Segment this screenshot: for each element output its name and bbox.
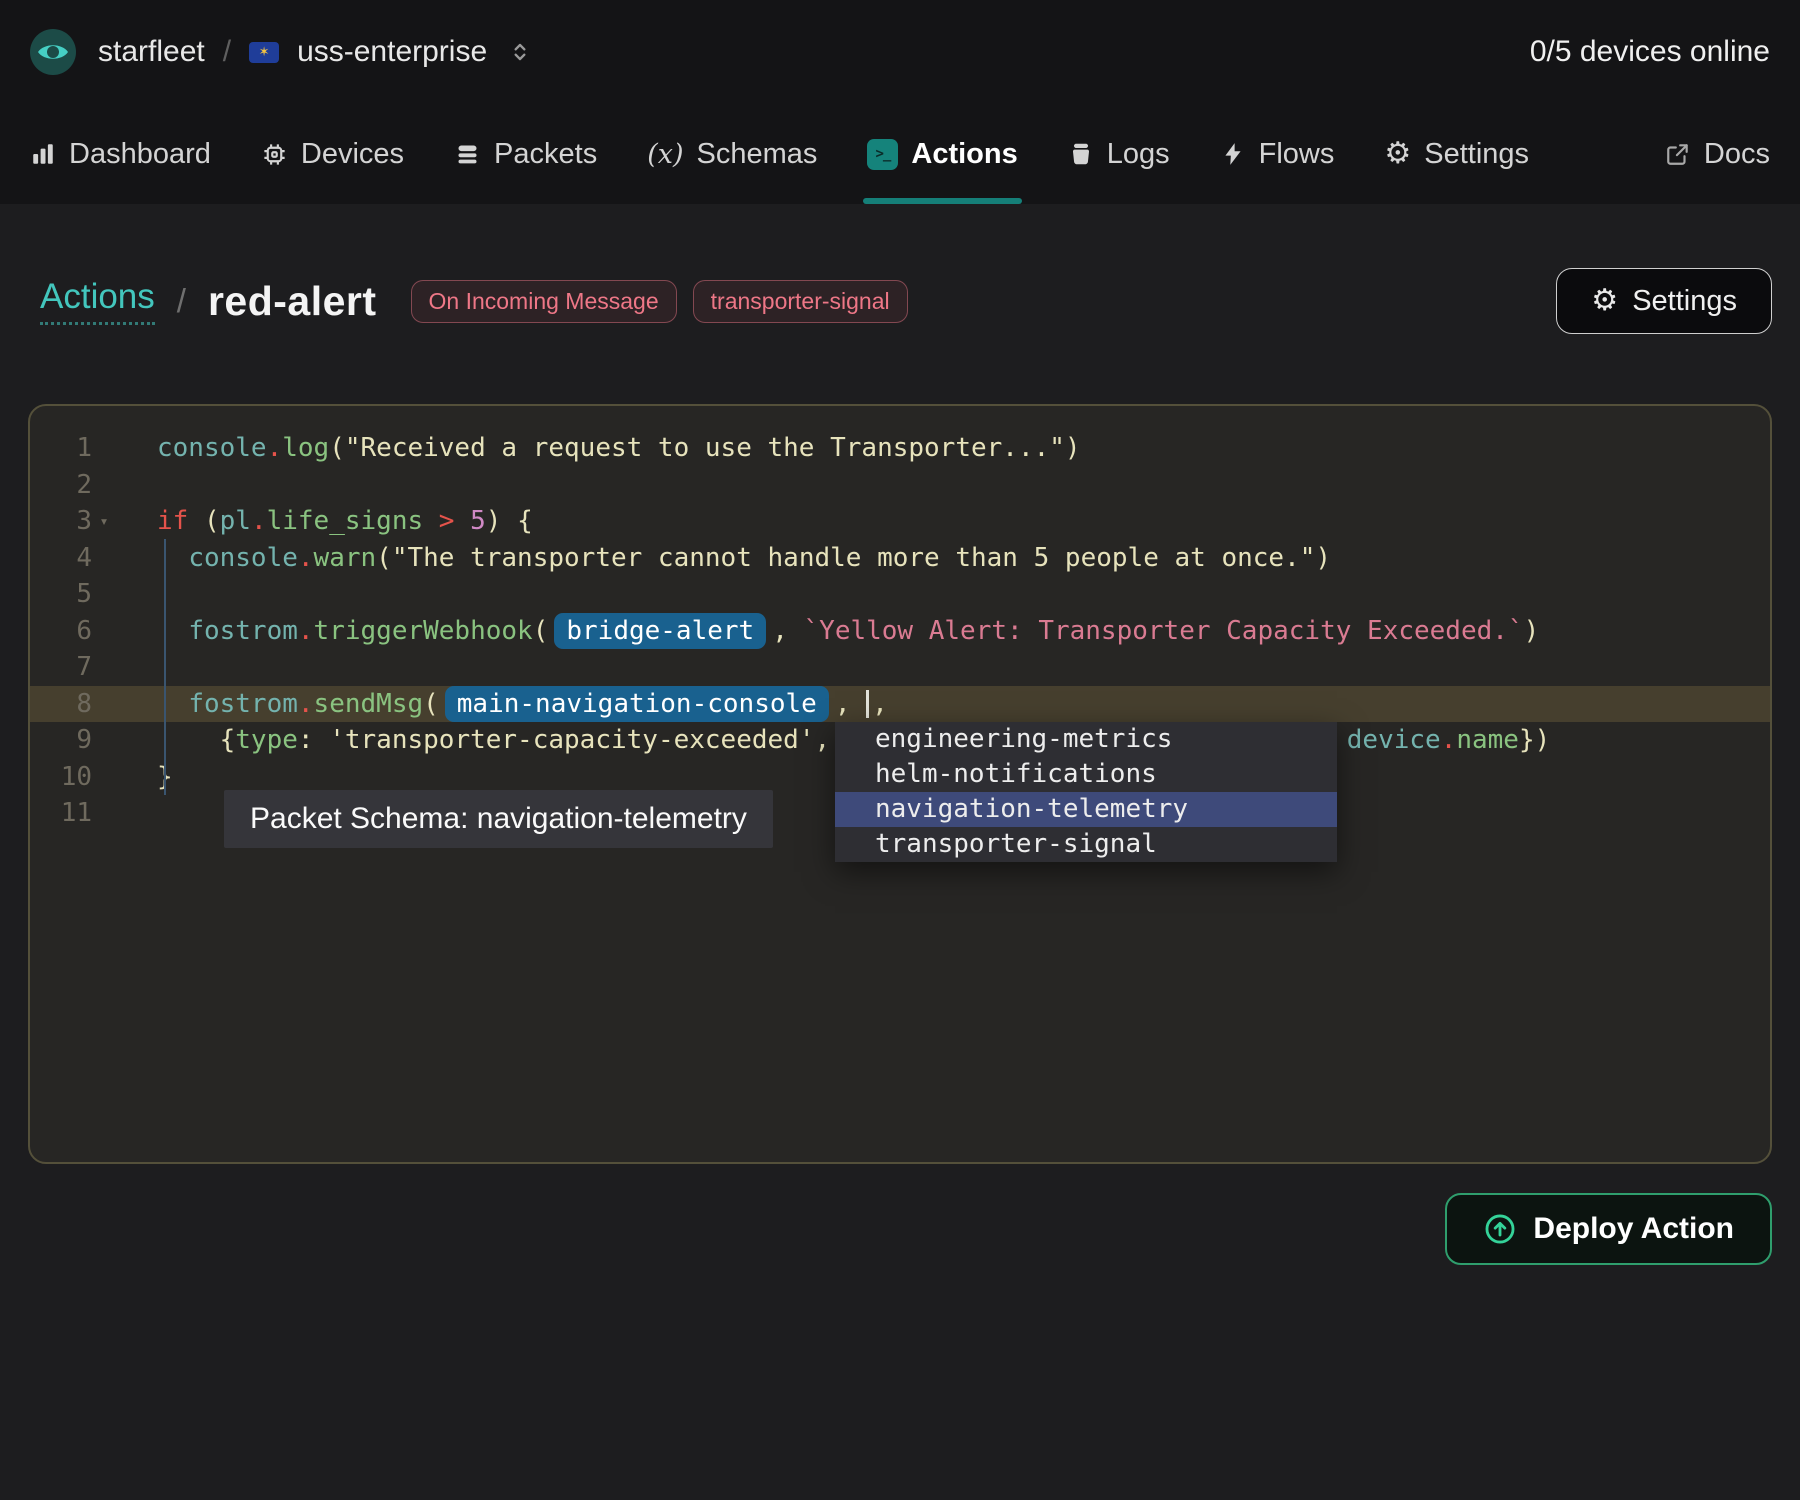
schema-badge: transporter-signal <box>693 280 908 323</box>
topbar: starfleet / ✶ uss-enterprise 0/5 devices… <box>0 0 1800 104</box>
actions-breadcrumb-link[interactable]: Actions <box>40 277 155 325</box>
line-number: 10 <box>30 759 92 796</box>
code-line[interactable]: 5 <box>30 576 1770 613</box>
fold-chevron-icon <box>92 649 116 686</box>
code-line[interactable]: 8 fostrom.sendMsg(main-navigation-consol… <box>30 686 1770 723</box>
nav-label: Flows <box>1259 138 1335 171</box>
breadcrumb[interactable]: starfleet / ✶ uss-enterprise <box>98 35 533 69</box>
navbar: Dashboard Devices Packets (x) Schemas >_… <box>0 104 1800 204</box>
deploy-button-label: Deploy Action <box>1533 1212 1734 1246</box>
line-number: 9 <box>30 722 92 759</box>
autocomplete-item[interactable]: helm-notifications <box>835 757 1337 792</box>
badges: On Incoming Message transporter-signal <box>411 280 908 323</box>
fold-chevron-icon <box>92 430 116 467</box>
settings-button-label: Settings <box>1632 285 1737 318</box>
autocomplete-item[interactable]: engineering-metrics <box>835 722 1337 757</box>
fold-chevron-icon[interactable]: ▾ <box>92 503 116 540</box>
trigger-badge: On Incoming Message <box>411 280 677 323</box>
top-section: starfleet / ✶ uss-enterprise 0/5 devices… <box>0 0 1800 204</box>
nav-item-actions[interactable]: >_ Actions <box>867 104 1017 204</box>
autocomplete-item[interactable]: navigation-telemetry <box>835 792 1337 827</box>
indent-guide <box>164 539 166 795</box>
nav-item-schemas[interactable]: (x) Schemas <box>647 104 817 204</box>
fold-chevron-icon <box>92 686 116 723</box>
nav-item-packets[interactable]: Packets <box>454 104 597 204</box>
header-separator: / <box>177 282 186 320</box>
nav-spacer <box>1579 104 1615 204</box>
gear-icon: ⚙ <box>1384 139 1411 169</box>
autocomplete-dropdown: engineering-metricshelm-notificationsnav… <box>835 722 1337 862</box>
code-line[interactable]: 4 console.warn("The transporter cannot h… <box>30 540 1770 577</box>
fold-chevron-icon <box>92 795 116 832</box>
schema-tooltip: Packet Schema: navigation-telemetry <box>224 790 773 848</box>
code-line[interactable]: 6 fostrom.triggerWebhook(bridge-alert, `… <box>30 613 1770 650</box>
code-editor[interactable]: 1console.log("Received a request to use … <box>28 404 1772 1164</box>
line-number: 6 <box>30 613 92 650</box>
main-content: Actions / red-alert On Incoming Message … <box>0 268 1800 1265</box>
nav-label: Actions <box>911 138 1017 171</box>
line-number: 4 <box>30 540 92 577</box>
fold-chevron-icon <box>92 722 116 759</box>
code-line[interactable]: 1console.log("Received a request to use … <box>30 430 1770 467</box>
code-line[interactable]: 7 <box>30 649 1770 686</box>
nav-item-docs[interactable]: Docs <box>1665 104 1770 204</box>
autocomplete-item[interactable]: transporter-signal <box>835 827 1337 862</box>
fold-chevron-icon <box>92 576 116 613</box>
upload-circle-icon <box>1483 1212 1517 1246</box>
external-link-icon <box>1665 141 1691 167</box>
line-number: 7 <box>30 649 92 686</box>
nav-item-dashboard[interactable]: Dashboard <box>30 104 211 204</box>
terminal-icon: >_ <box>867 139 898 170</box>
action-settings-button[interactable]: ⚙ Settings <box>1556 268 1772 334</box>
breadcrumb-separator: / <box>223 35 231 69</box>
fold-chevron-icon <box>92 759 116 796</box>
page-title: red-alert <box>208 278 377 325</box>
fold-chevron-icon <box>92 467 116 504</box>
page-header: Actions / red-alert On Incoming Message … <box>28 268 1772 334</box>
schema-x-icon: (x) <box>647 139 683 170</box>
line-number: 3 <box>30 503 92 540</box>
fostrom-logo[interactable] <box>30 29 76 75</box>
brand-breadcrumb: starfleet / ✶ uss-enterprise <box>30 29 533 75</box>
fold-chevron-icon <box>92 540 116 577</box>
nav-label: Schemas <box>697 138 818 171</box>
schema-chip[interactable]: bridge-alert <box>554 613 766 649</box>
schema-chip[interactable]: main-navigation-console <box>445 686 829 722</box>
line-number: 5 <box>30 576 92 613</box>
code-line[interactable]: 3▾if (pl.life_signs > 5) { <box>30 503 1770 540</box>
nav-item-flows[interactable]: Flows <box>1220 104 1335 204</box>
nav-label: Docs <box>1704 138 1770 171</box>
deploy-action-button[interactable]: Deploy Action <box>1445 1193 1772 1265</box>
code-line[interactable]: 2 <box>30 467 1770 504</box>
project-switcher-icon[interactable] <box>507 39 533 65</box>
line-number: 8 <box>30 686 92 723</box>
nav-label: Logs <box>1107 138 1170 171</box>
nav-label: Settings <box>1424 138 1529 171</box>
page-header-left: Actions / red-alert On Incoming Message … <box>28 277 908 325</box>
lightning-icon <box>1220 141 1246 167</box>
text-cursor <box>866 690 869 718</box>
devices-online-status: 0/5 devices online <box>1530 35 1770 69</box>
logs-jar-icon <box>1068 141 1094 167</box>
org-name[interactable]: starfleet <box>98 35 205 69</box>
nav-item-logs[interactable]: Logs <box>1068 104 1170 204</box>
line-number: 1 <box>30 430 92 467</box>
nav-label: Packets <box>494 138 597 171</box>
line-number: 2 <box>30 467 92 504</box>
chip-icon <box>261 141 288 168</box>
line-number: 11 <box>30 795 92 832</box>
nav-label: Devices <box>301 138 404 171</box>
bar-chart-icon <box>30 141 56 167</box>
packets-icon <box>454 141 481 168</box>
deploy-row: Deploy Action <box>28 1193 1772 1265</box>
nav-item-devices[interactable]: Devices <box>261 104 404 204</box>
nav-item-settings[interactable]: ⚙ Settings <box>1384 104 1529 204</box>
eu-flag-icon: ✶ <box>249 42 279 63</box>
gear-icon: ⚙ <box>1591 286 1618 316</box>
fold-chevron-icon <box>92 613 116 650</box>
project-name[interactable]: uss-enterprise <box>297 35 487 69</box>
nav-label: Dashboard <box>69 138 211 171</box>
